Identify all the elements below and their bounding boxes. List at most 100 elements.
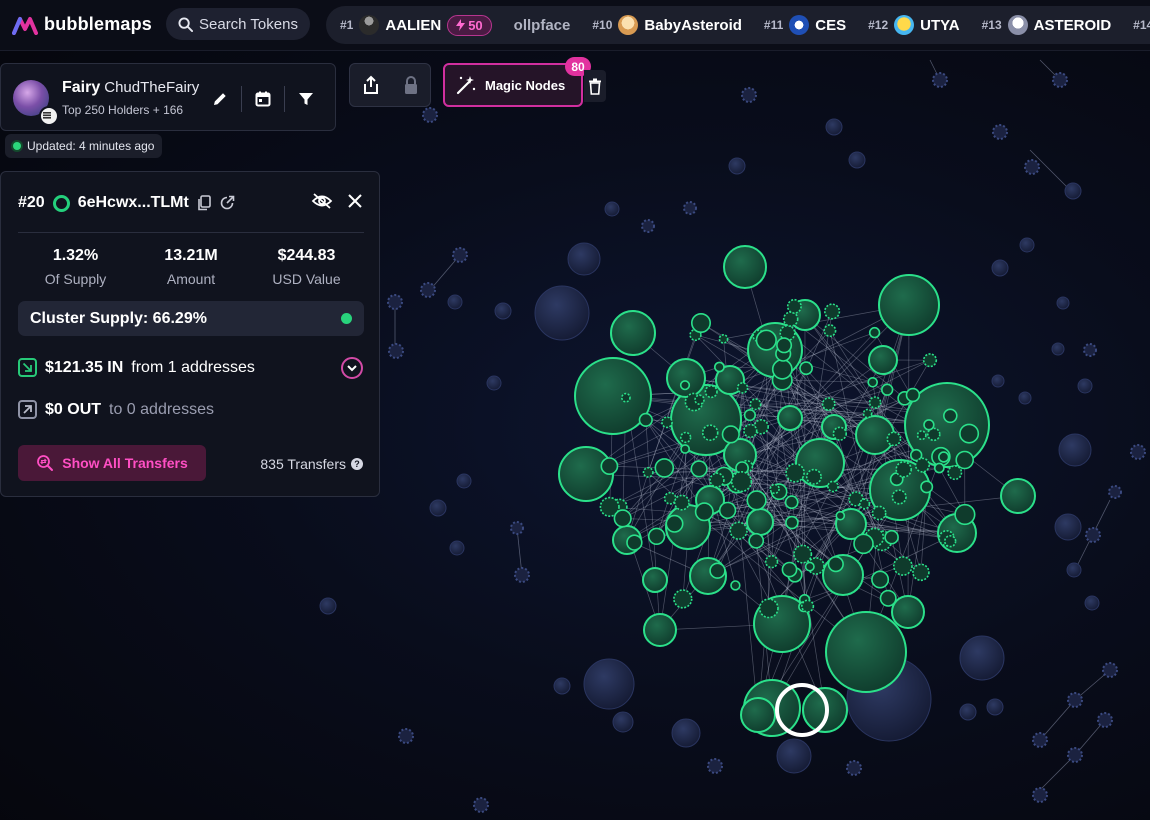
share-icon [363,75,378,94]
stat-supply: 1.32% Of Supply [18,247,133,287]
wallet-bubble [943,534,957,548]
wallet-bubble [805,468,822,485]
token-badge-icon [39,106,59,126]
wallet-bubble [955,450,975,470]
magic-nodes-button[interactable]: Magic Nodes [443,63,583,107]
outflow-text: to 0 addresses [109,400,214,418]
bubblemap-canvas[interactable]: bubblemaps Search Tokens #1 AALIEN 50 ol… [0,0,1150,820]
wallet-bubble [642,466,654,478]
share-button[interactable] [362,75,380,95]
lock-icon [404,76,417,94]
ticker-item-asteroid[interactable]: #13 ASTEROID [981,15,1111,35]
ticker-item-ces[interactable]: #11 CES [764,15,846,35]
edit-button[interactable] [203,84,237,114]
wallet-bubble [666,358,706,398]
hide-eye-icon[interactable] [311,192,333,210]
wallet-status-ring-icon [52,194,70,212]
wallet-bubble [534,285,590,341]
wallet-bubble [456,473,472,489]
wallet-bubble [781,561,798,578]
ticker-rank: #1 [340,18,354,32]
wallet-bubble [991,259,1009,277]
wallet-bubble [558,446,614,502]
wallet-bubble [613,509,632,528]
wallet-bubble [867,376,879,388]
contract-bubble [1130,444,1146,460]
lightning-icon [456,19,466,31]
transfers-count-text: 835 Transfers [260,456,346,472]
wallet-bubble [673,589,693,609]
boost-badge[interactable]: 50 [447,14,492,36]
wallet-bubble [1056,296,1070,310]
contract-bubble [388,343,404,359]
wallet-bubble [959,635,1005,681]
ticker-item-faded[interactable]: ollpface [514,17,571,34]
ticker-item-babyasteroid[interactable]: #10 BabyAsteroid [592,15,742,35]
wallet-bubble [1058,433,1092,467]
ticker-item-aalien[interactable]: #1 AALIEN 50 [340,14,492,36]
wallet-address[interactable]: 6eHcwx...TLMt [78,194,189,212]
search-tokens-button[interactable]: Search Tokens [166,8,310,40]
chevron-down-icon [347,365,357,372]
wallet-bubble [776,738,812,774]
external-link-icon[interactable] [219,195,235,211]
wallet-bubble [823,324,837,338]
profile-name: Fairy [62,79,101,96]
cluster-supply-row[interactable]: Cluster Supply: 66.29% [18,301,364,336]
wallet-bubble [679,380,691,391]
lock-button[interactable] [403,75,419,95]
logo[interactable]: bubblemaps [12,14,152,35]
contract-bubble [932,72,948,88]
outflow-amount: $0 OUT [45,400,102,418]
calendar-button[interactable] [246,84,280,114]
wallet-bubble [916,430,927,441]
expand-inflow-button[interactable] [341,357,363,379]
stat-usd-value: $244.83 USD Value [249,247,364,287]
stat-value: $244.83 [277,247,336,264]
magic-nodes-label: Magic Nodes [485,77,566,93]
contract-bubble [1083,343,1097,357]
contract-bubble [1032,732,1048,748]
wallet-bubble [891,489,907,505]
wallet-bubble [728,157,746,175]
ticker-item-utya[interactable]: #12 UTYA [868,15,960,35]
wallet-bubble [642,567,668,593]
copy-icon[interactable] [197,195,211,211]
ticker-rank: #13 [981,18,1002,32]
wallet-bubble [827,480,839,493]
search-icon [178,16,193,32]
wallet-bubble [959,703,977,721]
ticker-rank: #11 [763,18,784,32]
contract-bubble [1067,747,1083,763]
wallet-bubble [567,242,601,276]
close-icon[interactable] [347,193,363,209]
wallet-bubble [1054,513,1082,541]
wallet-bubble [743,423,758,439]
wallet-bubble [878,274,940,336]
ticker-name: ollpface [513,16,571,34]
wallet-bubble [804,561,815,572]
wallet-bubble [868,345,898,375]
wallet-bubble [743,409,757,422]
contract-bubble [1102,662,1118,678]
show-all-transfers-button[interactable]: Show All Transfers [18,445,206,481]
wallet-bubble [1077,378,1093,394]
filter-button[interactable] [289,84,323,114]
wallet-bubble [777,405,803,431]
inflow-row: $121.35 IN from 1 addresses [18,358,255,377]
map-owner-card: Fairy ChudTheFairy Top 250 Holders + 166 [0,63,336,131]
wallet-bubble [782,311,799,327]
trash-icon [589,78,601,95]
wallet-bubble [862,408,873,419]
wallet-bubble [827,555,844,573]
wallet-bubble [758,598,779,619]
transfers-search-icon [37,455,54,471]
wallet-bubble [832,426,847,441]
wallet-bubble [583,658,635,710]
ticker-item-14[interactable]: #14 [1133,18,1150,32]
help-icon[interactable]: ? [351,458,363,470]
token-avatar-icon [894,15,915,35]
wallet-bubble [746,490,767,511]
token-avatar-icon [789,15,810,35]
delete-magic-nodes-button[interactable] [584,70,606,102]
